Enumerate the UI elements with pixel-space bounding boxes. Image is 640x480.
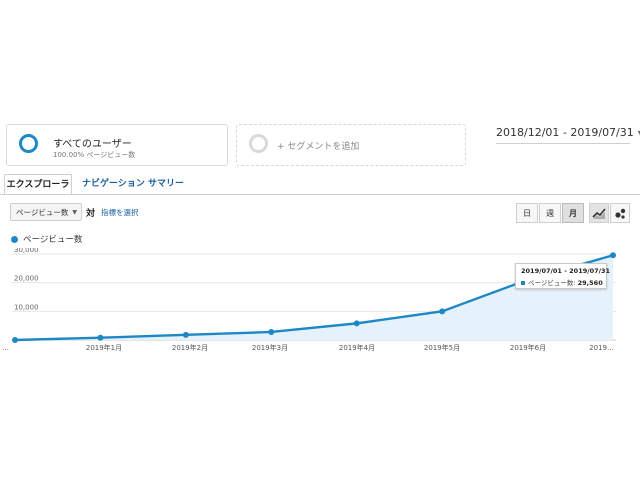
motion-chart-icon bbox=[615, 208, 626, 219]
line-chart-button[interactable] bbox=[589, 203, 609, 223]
x-tick-label: 2019年4月 bbox=[339, 343, 375, 352]
date-range-picker[interactable]: 2018/12/01 - 2019/07/31▼ bbox=[496, 126, 640, 139]
granularity-week-button[interactable]: 週 bbox=[539, 203, 561, 223]
tooltip-date: 2019/07/01 - 2019/07/31 bbox=[521, 267, 611, 275]
tooltip-row: ページビュー数: 29,560 bbox=[521, 277, 603, 287]
vs-label: 対 bbox=[86, 209, 96, 219]
legend-marker bbox=[11, 236, 18, 243]
x-tick-label: 2019年1月 bbox=[86, 343, 122, 352]
x-tick-label: 2019年2月 bbox=[172, 343, 208, 352]
segment-title: すべてのユーザー bbox=[53, 139, 132, 150]
metric-select-value: ページビュー数 bbox=[16, 208, 69, 217]
select-metric-link[interactable]: 指標を選択 bbox=[101, 207, 139, 218]
date-range-underline bbox=[496, 143, 630, 144]
data-point[interactable] bbox=[12, 337, 18, 343]
x-tick-label: … bbox=[2, 344, 9, 352]
x-tick-label: 2019年5月 bbox=[424, 343, 460, 352]
segment-subtitle: 100.00% ページビュー数 bbox=[53, 151, 136, 159]
tooltip-marker bbox=[521, 281, 525, 285]
data-point[interactable] bbox=[182, 331, 189, 338]
metric-select[interactable]: ページビュー数 ▼ bbox=[10, 203, 82, 221]
segment-placeholder-icon bbox=[249, 134, 268, 153]
add-segment-button[interactable]: + セグメントを追加 bbox=[236, 124, 466, 166]
segment-all-users[interactable]: すべてのユーザー 100.00% ページビュー数 bbox=[6, 124, 228, 166]
tab-divider bbox=[0, 194, 640, 195]
data-point[interactable] bbox=[439, 308, 446, 315]
x-tick-label: 2019年3月 bbox=[252, 343, 288, 352]
data-point[interactable] bbox=[610, 252, 616, 259]
motion-chart-button[interactable] bbox=[610, 203, 630, 223]
date-range-text: 2018/12/01 - 2019/07/31 bbox=[496, 126, 634, 139]
y-tick-label: 20,000 bbox=[14, 275, 39, 283]
add-segment-label: + セグメントを追加 bbox=[277, 142, 360, 152]
tooltip-value: 29,560 bbox=[577, 279, 603, 287]
legend-label: ページビュー数 bbox=[23, 235, 83, 245]
y-tick-label: 10,000 bbox=[14, 303, 39, 311]
x-tick-label: 2019年6月 bbox=[510, 343, 546, 352]
x-axis-labels: … 2019年1月 2019年2月 2019年3月 2019年4月 2019年5月 2019… bbox=[2, 343, 614, 352]
tab-navigation-summary[interactable]: ナビゲーション サマリー bbox=[82, 174, 184, 194]
segment-ring-icon bbox=[19, 134, 38, 153]
x-tick-label: 2019… bbox=[589, 344, 614, 352]
y-axis-labels: 10,000 20,000 30,000 bbox=[14, 248, 39, 311]
tooltip-metric: ページビュー数: bbox=[528, 279, 576, 287]
line-chart-icon bbox=[592, 208, 606, 219]
data-point[interactable] bbox=[353, 320, 360, 327]
granularity-month-button[interactable]: 月 bbox=[562, 203, 584, 223]
tab-explorer[interactable]: エクスプローラ bbox=[4, 174, 72, 194]
chart-tooltip: 2019/07/01 - 2019/07/31 ページビュー数: 29,560 bbox=[515, 263, 611, 289]
data-point[interactable] bbox=[268, 328, 275, 335]
y-tick-label: 30,000 bbox=[14, 248, 39, 254]
chevron-down-icon: ▼ bbox=[72, 209, 77, 216]
data-point[interactable] bbox=[97, 334, 104, 341]
granularity-day-button[interactable]: 日 bbox=[516, 203, 538, 223]
